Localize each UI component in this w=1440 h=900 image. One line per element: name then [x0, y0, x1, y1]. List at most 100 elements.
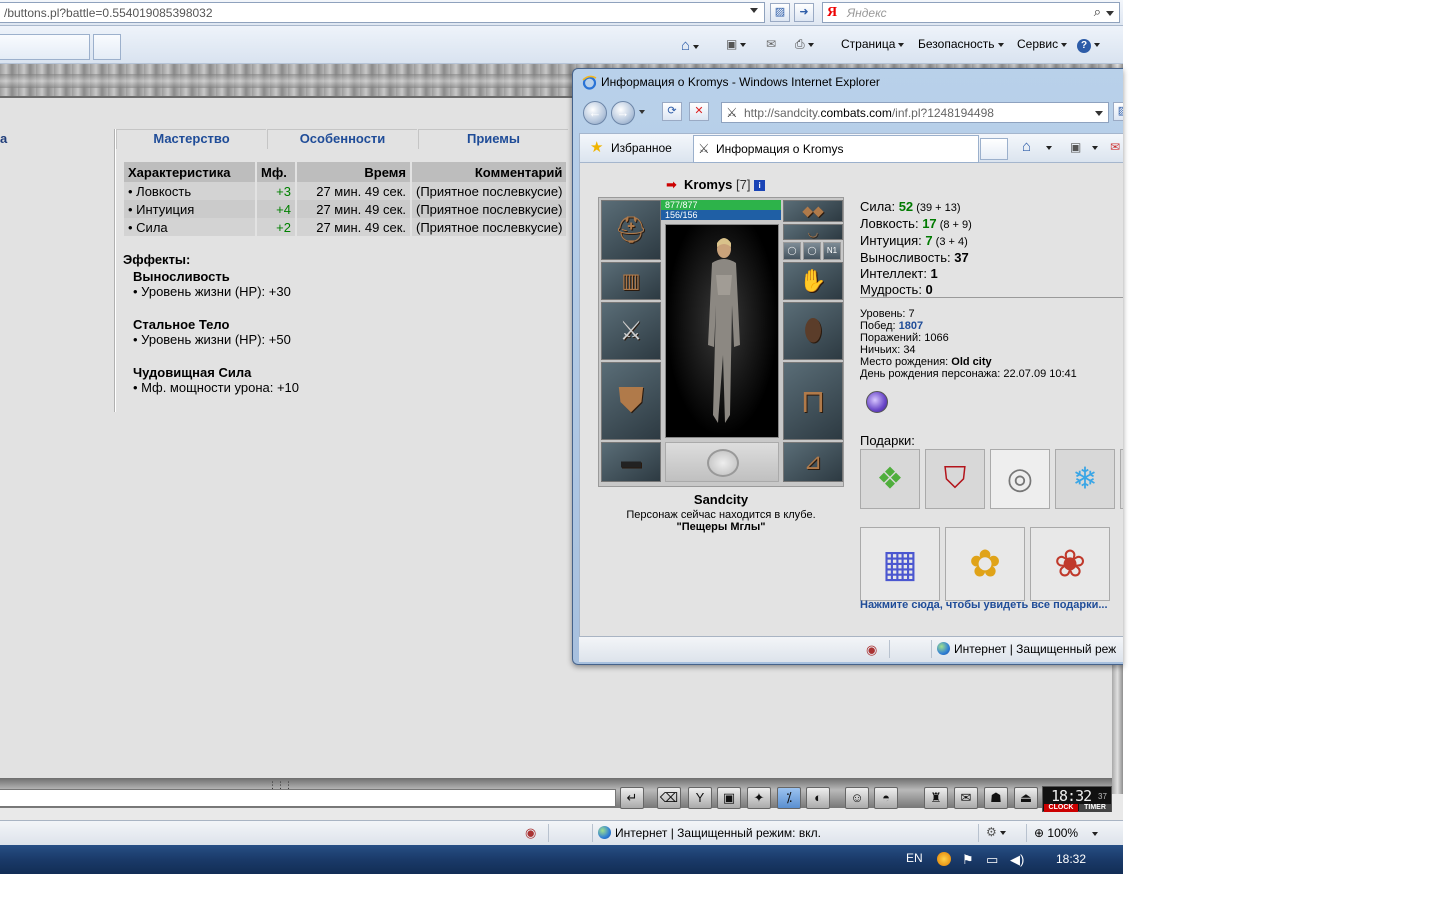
address-bar[interactable]: /buttons.pl?battle=0.554019085398032	[0, 2, 765, 23]
gift-item[interactable]	[1120, 449, 1123, 509]
compatibility-view-icon[interactable]: ▨	[1113, 102, 1123, 121]
new-tab-button[interactable]	[980, 138, 1008, 160]
filter-icon[interactable]: Y	[688, 787, 712, 809]
back-icon[interactable]: ←	[583, 101, 607, 125]
compatibility-view-icon[interactable]: ▨	[770, 3, 790, 22]
stat-label: Сила:	[860, 199, 899, 214]
tab-features[interactable]: Особенности	[267, 129, 417, 149]
all-gifts-link[interactable]: Нажмите сюда, чтобы увидеть все подарки.…	[860, 599, 1108, 611]
info-icon[interactable]: i	[754, 180, 766, 191]
address-bar[interactable]: ⚔ http://sandcity.combats.com/inf.pl?124…	[721, 102, 1109, 123]
service-menu[interactable]: Сервис	[1017, 37, 1068, 51]
history-dropdown-icon[interactable]	[639, 110, 645, 114]
character-doll: ⛑ ▥ ⚔ ⛊ ▬ 877/877 156/156 ◆◆ ◡ ◯ ◯ N1 ✋ …	[598, 197, 844, 487]
gift-item[interactable]: ✿	[945, 527, 1025, 601]
print-icon[interactable]: ⎙	[795, 37, 814, 52]
network-icon[interactable]: ▭	[986, 852, 998, 868]
gift-item[interactable]: ⛉	[925, 449, 985, 509]
go-arrow-icon[interactable]: ➜	[794, 3, 814, 22]
app-tray-icon[interactable]	[937, 852, 951, 866]
privacy-eye-icon[interactable]: ◉	[866, 642, 877, 658]
tab-cut-label[interactable]: а	[0, 131, 7, 146]
record-label: Уровень:	[860, 308, 909, 320]
feeds-icon[interactable]: ▣	[1070, 140, 1081, 154]
send-icon[interactable]: ↵	[620, 787, 644, 809]
feeds-dropdown-icon[interactable]	[1092, 146, 1098, 150]
browser-tab[interactable]	[0, 34, 90, 60]
tab-mastery[interactable]: Мастерство	[116, 129, 266, 149]
weapon-slot[interactable]: ⚔	[601, 302, 661, 360]
amulet-slot[interactable]: ◡	[783, 224, 843, 240]
smile-list-icon[interactable]: ◐	[806, 787, 830, 809]
ring-slot[interactable]: ◯	[803, 242, 821, 260]
flag-icon[interactable]: ⚑	[962, 852, 974, 868]
helmet-icon[interactable]: ◓	[874, 787, 898, 809]
boots-slot[interactable]: ⊿	[783, 442, 843, 482]
tab-character-info[interactable]: ⚔ Информация о Kromys	[693, 135, 979, 163]
helmet-slot[interactable]: ⛑	[601, 200, 661, 260]
new-tab-button[interactable]	[93, 34, 121, 60]
red-banner-gift-icon: ⛉	[943, 462, 967, 495]
earrings-slot[interactable]: ◆◆	[783, 200, 843, 222]
bag-icon[interactable]: ♜	[924, 787, 948, 809]
address-dropdown-icon[interactable]	[1095, 111, 1103, 116]
home-dropdown-icon[interactable]	[1046, 146, 1052, 150]
gift-item[interactable]: ❖	[860, 449, 920, 509]
home-icon[interactable]: ⌂	[1022, 138, 1031, 155]
friends-icon[interactable]: ☗	[984, 787, 1008, 809]
privacy-eye-icon[interactable]: ◉	[525, 825, 536, 841]
smile-icon[interactable]: ☺	[845, 787, 869, 809]
search-dropdown-icon[interactable]	[1106, 11, 1114, 16]
security-zone[interactable]: Интернет | Защищенный режим: вкл.	[598, 826, 821, 840]
ring-slot[interactable]: ◯	[783, 242, 801, 260]
tray-clock[interactable]: 18:32	[1056, 852, 1086, 866]
left-divider	[114, 129, 116, 412]
volume-icon[interactable]: ◀)	[1010, 852, 1024, 868]
map-icon[interactable]: ✉	[954, 787, 978, 809]
timer-label[interactable]: TIMER	[1079, 804, 1111, 812]
security-zone[interactable]: Интернет | Защищенный реж	[937, 642, 1116, 656]
refresh-icon[interactable]: ⟳	[662, 102, 682, 121]
mail-icon[interactable]: ✉	[766, 37, 776, 51]
help-icon: ?	[1077, 39, 1091, 53]
stop-icon[interactable]: ✕	[689, 102, 709, 121]
feeds-icon[interactable]: ▣	[726, 37, 747, 51]
search-box[interactable]: Я Яндекс ⌕	[822, 2, 1120, 23]
search-icon[interactable]: ⌕	[1094, 4, 1101, 20]
gloves-slot[interactable]: ✋	[783, 262, 843, 300]
fighter-icon[interactable]: ✦	[747, 787, 771, 809]
shield-slot[interactable]: ⬮	[783, 302, 843, 360]
ring-slot[interactable]: N1	[823, 242, 841, 260]
globe-icon	[598, 826, 611, 839]
stat-label: Ловкость:	[860, 216, 923, 231]
zoom-level[interactable]: ⊕ 100%	[1034, 826, 1099, 840]
gift-item[interactable]: ❀	[1030, 527, 1110, 601]
leggings-slot[interactable]: ⊓	[783, 362, 843, 440]
gift-item[interactable]: ◎	[990, 449, 1050, 509]
favorites-bar: ★ Избранное ⚔ Информация о Kromys ⌂ ▣ ✉	[579, 133, 1123, 163]
clan-medal-icon[interactable]	[866, 391, 888, 413]
forward-icon[interactable]: →	[611, 101, 635, 125]
address-dropdown-icon[interactable]	[750, 8, 758, 13]
security-menu[interactable]: Безопасность	[918, 37, 1004, 51]
help-menu[interactable]: ?	[1077, 37, 1100, 53]
chat-input[interactable]	[0, 789, 616, 807]
favorites-button[interactable]: ★ Избранное	[584, 137, 692, 161]
tab-techniques[interactable]: Приемы	[418, 129, 568, 149]
translit-icon[interactable]: ⁒	[777, 787, 801, 809]
home-icon[interactable]: ⌂	[681, 37, 700, 54]
page-menu[interactable]: Страница	[841, 37, 905, 51]
armor-slot[interactable]: ⛊	[601, 362, 661, 440]
effect-value: • Уровень жизни (HP): +50	[133, 332, 291, 347]
bracers-slot[interactable]: ▥	[601, 262, 661, 300]
gift-item[interactable]: ❄	[1055, 449, 1115, 509]
mail-icon[interactable]: ✉	[1110, 140, 1120, 154]
clock-label[interactable]: CLOCK	[1044, 804, 1078, 812]
save-icon[interactable]: ▣	[717, 787, 741, 809]
protected-mode-icon[interactable]: ⚙	[986, 825, 1006, 839]
exit-icon[interactable]: ⏏	[1014, 787, 1038, 809]
belt-slot[interactable]: ▬	[601, 442, 661, 482]
eraser-icon[interactable]: ⌫	[657, 787, 681, 809]
language-indicator[interactable]: EN	[906, 851, 923, 865]
gift-item[interactable]: ▦	[860, 527, 940, 601]
